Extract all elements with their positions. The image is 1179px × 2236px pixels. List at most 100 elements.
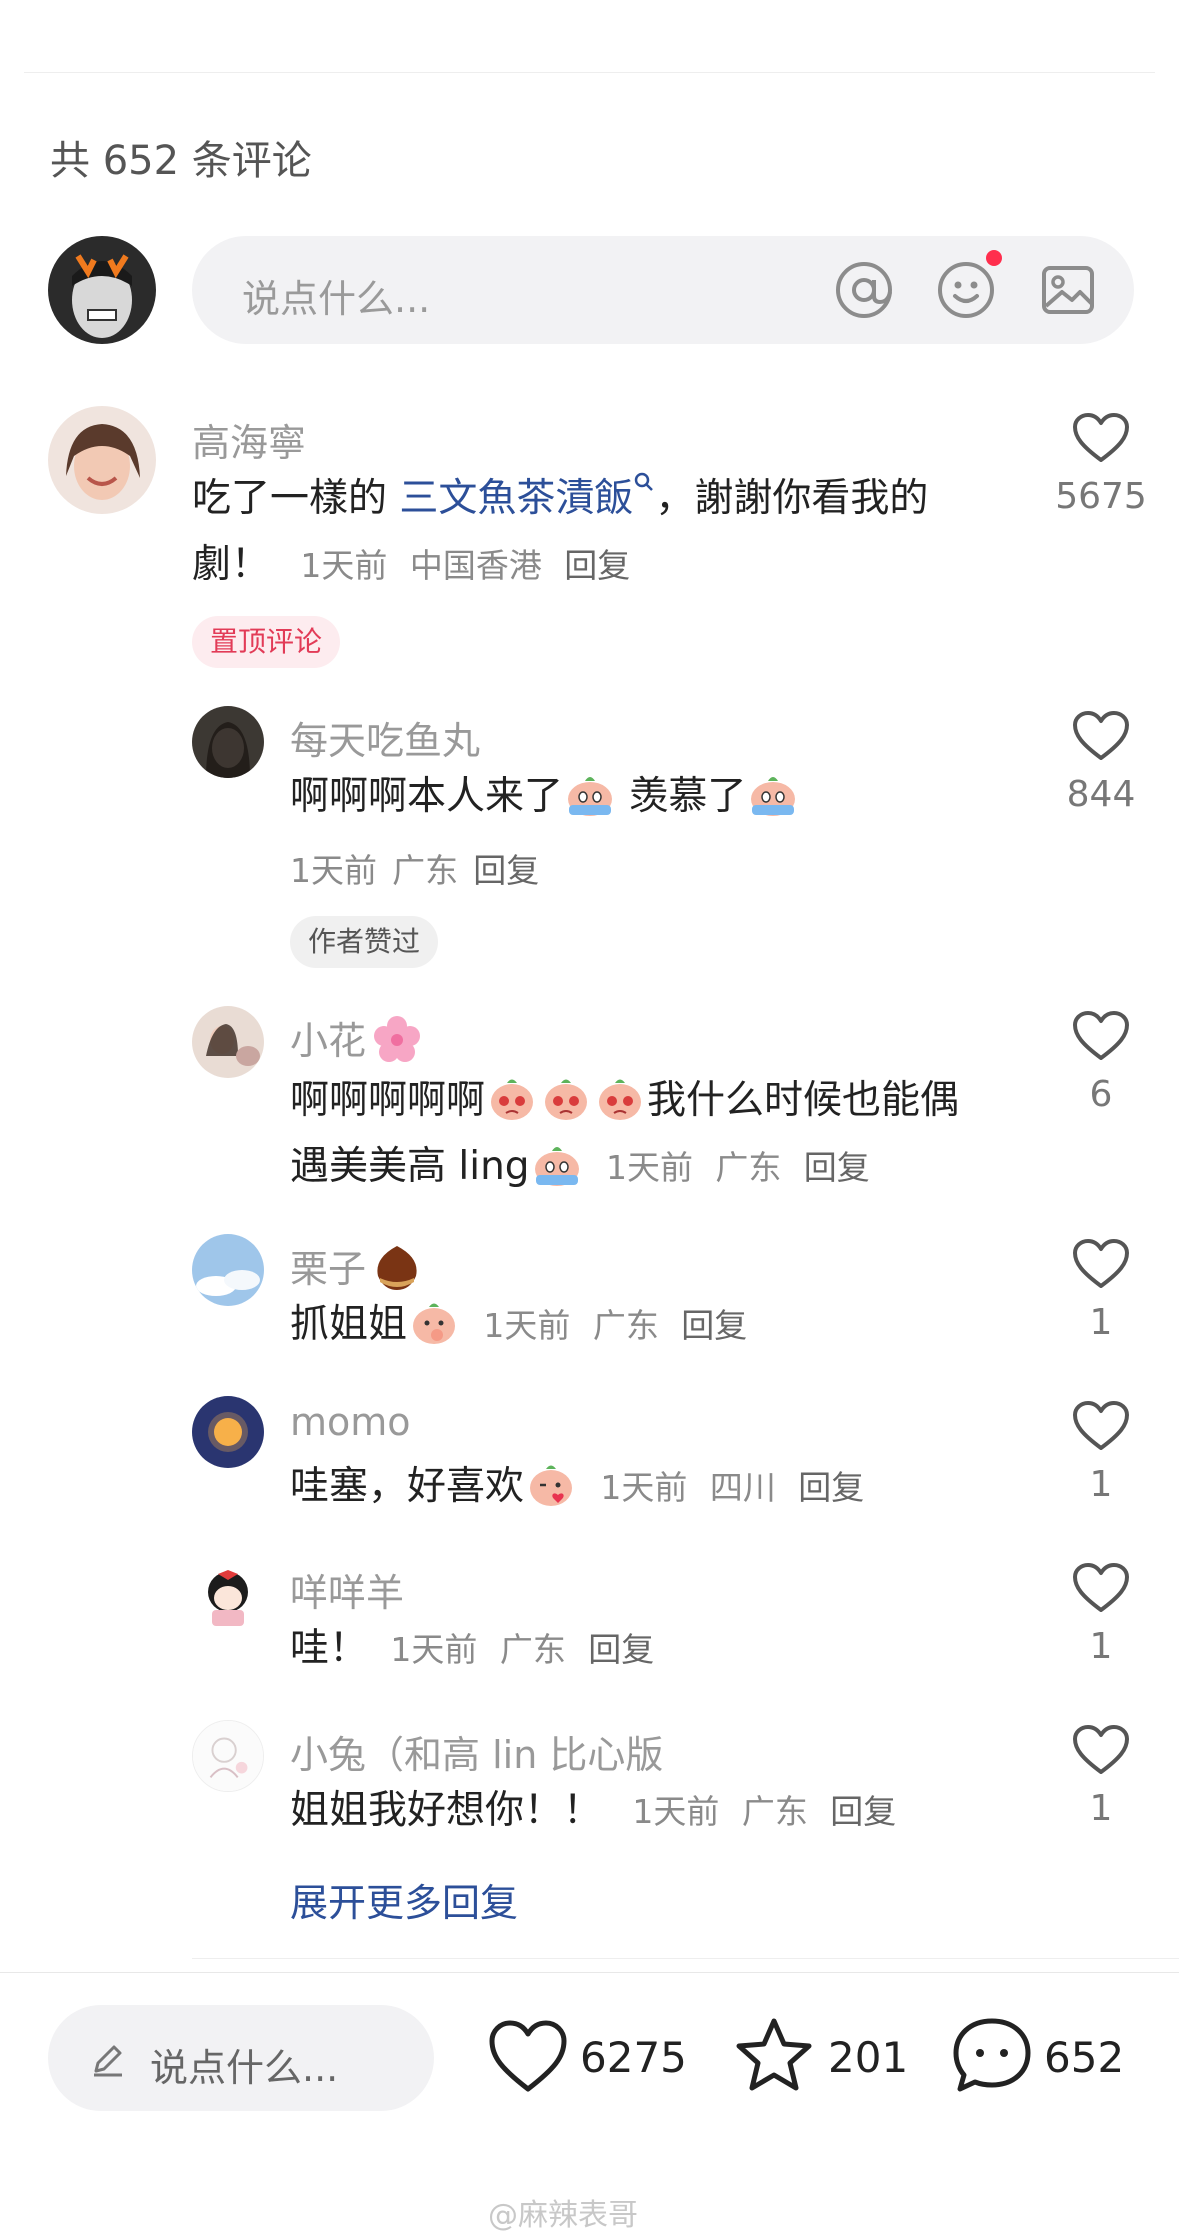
- search-link[interactable]: 三文魚茶漬飯: [399, 476, 633, 521]
- reply-text: 抓姐姐 1天前 广东 回复: [290, 1292, 747, 1359]
- cherry-blossom-emoji: [370, 1014, 424, 1064]
- replier-avatar[interactable]: [192, 1720, 264, 1792]
- replier-avatar[interactable]: [192, 1558, 264, 1630]
- bottom-input-label[interactable]: 说点什么...: [150, 2037, 338, 2092]
- reply-time: 1天前: [600, 1468, 688, 1507]
- comment-count-header: 共 652 条评论: [50, 138, 312, 184]
- bottom-action-bar: 说点什么... 6275 201 652: [0, 1972, 1179, 2123]
- reply-text-part: 抓姐姐: [290, 1302, 408, 1347]
- reply-text-part: 哇！: [290, 1626, 369, 1671]
- comment-author[interactable]: 高海寧: [192, 412, 306, 467]
- pinned-badge: 置顶评论: [192, 616, 341, 668]
- like-count: 6: [1089, 1074, 1113, 1115]
- reply-location: 广东: [392, 851, 459, 890]
- reply-text-part: 啊啊啊本人来了: [290, 774, 564, 819]
- reply-text: 啊啊啊本人来了 羡慕了: [290, 764, 800, 830]
- top-divider: [24, 72, 1155, 73]
- reply-text: 哇塞，好喜欢 1天前 四川 回复: [290, 1454, 864, 1521]
- replier-avatar[interactable]: [192, 1006, 264, 1078]
- search-icon: [635, 472, 654, 491]
- post-favorite-count: 201: [828, 2033, 909, 2082]
- comment-time: 1天前: [300, 546, 388, 585]
- comment-location: 中国香港: [409, 546, 542, 585]
- replier-avatar[interactable]: [192, 706, 264, 778]
- reply-author[interactable]: 小兔（和高 lin 比心版: [290, 1724, 663, 1779]
- reply-divider: [192, 1958, 1179, 1959]
- post-like-count: 6275: [580, 2033, 687, 2082]
- pleading-peach-emoji: [539, 1073, 593, 1123]
- reply-item: 小兔（和高 lin 比心版 姐姐我好想你！！ 1天前 广东 回复 1: [0, 1716, 1179, 1846]
- reply-text-part: 啊啊啊啊啊: [290, 1078, 486, 1123]
- like-count: 1: [1089, 1464, 1113, 1505]
- reply-author[interactable]: 小花: [290, 1010, 424, 1065]
- bottom-comment-input[interactable]: 说点什么...: [48, 2005, 434, 2111]
- reply-item: 每天吃鱼丸 啊啊啊本人来了 羡慕了 1天前 广东 回复 作者赞过 844: [0, 700, 1179, 980]
- like-count: 5675: [1055, 476, 1147, 517]
- reply-item: 咩咩羊 哇！ 1天前 广东 回复 1: [0, 1554, 1179, 1684]
- reply-button[interactable]: 回复: [588, 1630, 654, 1669]
- heart-icon[interactable]: [1072, 412, 1130, 464]
- reply-author[interactable]: 栗子: [290, 1238, 424, 1293]
- like-count: 1: [1089, 1788, 1113, 1829]
- reply-button[interactable]: 回复: [564, 546, 630, 585]
- crying-peach-emoji: [563, 769, 617, 819]
- replier-avatar[interactable]: [192, 1396, 264, 1468]
- reply-button[interactable]: 回复: [473, 851, 539, 890]
- reply-time: 1天前: [390, 1630, 478, 1669]
- post-comment-count: 652: [1044, 2033, 1125, 2082]
- heart-icon[interactable]: [1072, 1010, 1130, 1062]
- reply-author-name: 小花: [290, 1019, 367, 1063]
- reply-author[interactable]: momo: [290, 1400, 411, 1444]
- heart-icon[interactable]: [1072, 710, 1130, 762]
- reply-meta: 1天前 广东 回复: [290, 844, 539, 892]
- heart-icon[interactable]: [1072, 1562, 1130, 1614]
- expand-more-replies-button[interactable]: 展开更多回复: [290, 1872, 518, 1927]
- chestnut-emoji: [370, 1242, 424, 1292]
- reply-button[interactable]: 回复: [681, 1306, 747, 1345]
- heart-icon[interactable]: [1072, 1238, 1130, 1290]
- like-count: 1: [1089, 1626, 1113, 1667]
- like-count: 1: [1089, 1302, 1113, 1343]
- reply-item: momo 哇塞，好喜欢 1天前 四川 回复 1: [0, 1392, 1179, 1522]
- reply-time: 1天前: [290, 851, 377, 890]
- star-icon[interactable]: [734, 2017, 814, 2093]
- chat-bubble-icon[interactable]: [952, 2017, 1032, 2093]
- reply-button[interactable]: 回复: [830, 1792, 896, 1831]
- reply-author[interactable]: 咩咩羊: [290, 1562, 404, 1617]
- reply-text-part: 遇美美高 ling: [290, 1144, 530, 1189]
- heart-icon[interactable]: [1072, 1724, 1130, 1776]
- reply-author[interactable]: 每天吃鱼丸: [290, 710, 480, 765]
- reply-item: 小花 啊啊啊啊啊 我什么时候也能偶 遇美美高 ling 1天前 广东 回复 6: [0, 1000, 1179, 1200]
- reply-text-part: 哇塞，好喜欢: [290, 1464, 525, 1509]
- like-count: 844: [1066, 774, 1136, 815]
- smile-icon[interactable]: [934, 258, 998, 322]
- at-icon[interactable]: [832, 258, 896, 322]
- comment-input-bar[interactable]: 说点什么...: [192, 236, 1134, 344]
- reply-text: 姐姐我好想你！！ 1天前 广东 回复: [290, 1778, 896, 1845]
- reply-time: 1天前: [483, 1306, 571, 1345]
- thinking-peach-emoji: [407, 1297, 461, 1347]
- crying-peach-emoji: [746, 769, 800, 819]
- heart-icon[interactable]: [488, 2019, 568, 2095]
- reply-button[interactable]: 回复: [804, 1148, 870, 1187]
- comment-text-part: 劇！: [192, 542, 271, 587]
- image-icon[interactable]: [1036, 258, 1100, 322]
- current-user-avatar[interactable]: [48, 236, 156, 344]
- reply-text-part: 我什么时候也能偶: [647, 1078, 960, 1123]
- commenter-avatar[interactable]: [48, 406, 156, 514]
- reply-location: 广东: [499, 1630, 566, 1669]
- replier-avatar[interactable]: [192, 1234, 264, 1306]
- reply-location: 四川: [709, 1468, 776, 1507]
- reply-text-line2: 遇美美高 ling 1天前 广东 回复: [290, 1134, 870, 1201]
- reply-button[interactable]: 回复: [798, 1468, 864, 1507]
- reply-time: 1天前: [632, 1792, 720, 1831]
- reply-text-part: 羡慕了: [617, 774, 747, 819]
- reply-location: 广东: [715, 1148, 782, 1187]
- comment-input-placeholder[interactable]: 说点什么...: [242, 268, 430, 323]
- notification-dot: [986, 250, 1002, 266]
- heart-icon[interactable]: [1072, 1400, 1130, 1452]
- reply-location: 广东: [741, 1792, 808, 1831]
- reply-text: 啊啊啊啊啊 我什么时候也能偶: [290, 1068, 959, 1134]
- reply-location: 广东: [592, 1306, 659, 1345]
- pleading-peach-emoji: [593, 1073, 647, 1123]
